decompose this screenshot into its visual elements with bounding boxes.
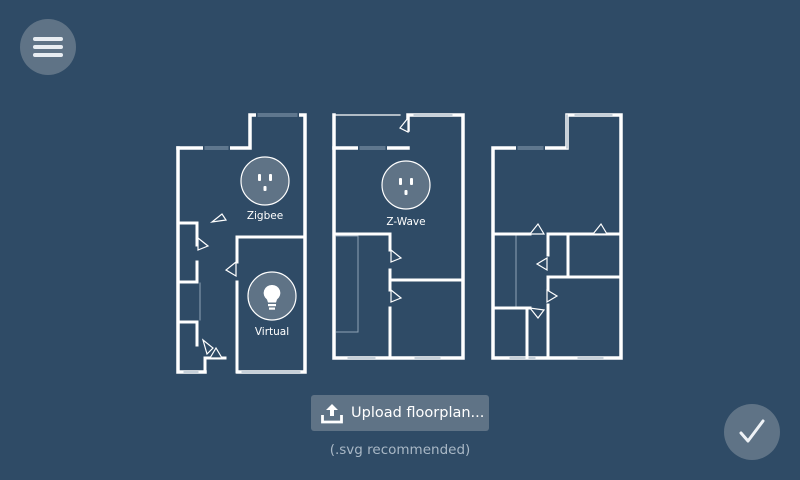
device-label: Zigbee: [247, 210, 283, 222]
device-virtual-bulb[interactable]: Virtual: [247, 271, 297, 338]
floorplan-setup-screen: Zigbee Virtual Z-Wave Upload floorplan..…: [0, 0, 800, 480]
upload-icon: [320, 401, 344, 425]
upload-format-hint: (.svg recommended): [329, 442, 471, 458]
outlet-icon: [381, 160, 431, 210]
checkmark-icon: [737, 417, 767, 447]
light-bulb-icon: [247, 271, 297, 321]
confirm-button[interactable]: [724, 404, 780, 460]
device-label: Z-Wave: [386, 216, 425, 228]
floorplan-3[interactable]: [491, 113, 623, 360]
floorplan-2[interactable]: [332, 113, 465, 360]
upload-floorplan-button[interactable]: Upload floorplan...: [311, 395, 489, 431]
device-zigbee-outlet[interactable]: Zigbee: [240, 156, 290, 222]
device-zwave-outlet[interactable]: Z-Wave: [381, 160, 431, 228]
device-label: Virtual: [255, 326, 289, 338]
upload-button-label: Upload floorplan...: [351, 405, 485, 421]
outlet-icon: [240, 156, 290, 206]
